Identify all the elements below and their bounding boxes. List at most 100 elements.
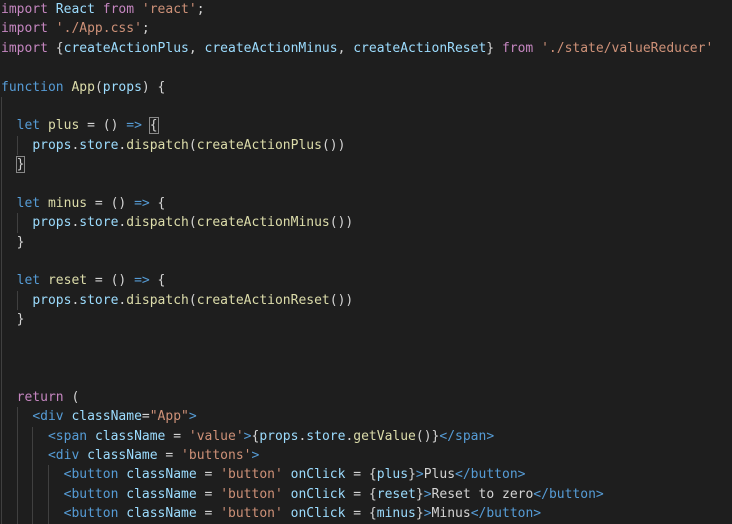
code-line[interactable]: <span className = 'value'>{props.store.g… xyxy=(0,426,732,446)
code-token: createActionPlus xyxy=(196,137,322,153)
code-token: props xyxy=(102,79,142,95)
code-token: className xyxy=(87,447,158,463)
code-token: 'react' xyxy=(141,2,197,17)
code-token: 'buttons' xyxy=(181,447,252,463)
indent-guide xyxy=(16,465,18,485)
indent-guide xyxy=(1,465,2,485)
code-token: reset xyxy=(47,273,88,289)
indent-guide xyxy=(1,310,2,330)
indent-guide xyxy=(1,426,2,446)
indent-guide xyxy=(1,349,2,369)
code-token: ( xyxy=(63,389,80,405)
code-line[interactable]: let reset = () => { xyxy=(0,271,732,291)
code-token: = xyxy=(196,506,221,522)
code-token: 'value' xyxy=(188,428,244,444)
code-line[interactable]: } xyxy=(0,232,732,253)
indent-guide xyxy=(16,504,18,524)
code-token: "App" xyxy=(149,409,189,425)
code-token: </button> xyxy=(455,467,526,483)
code-line[interactable]: props.store.dispatch(createActionPlus()) xyxy=(0,135,732,156)
indent-guide xyxy=(1,407,2,427)
code-token: } xyxy=(1,234,25,250)
code-token: props xyxy=(259,428,299,444)
indent-guide xyxy=(16,426,18,446)
code-editor[interactable]: import React from 'react'; import './App.… xyxy=(0,0,732,524)
indent-guide xyxy=(16,135,18,156)
code-token: = { xyxy=(345,467,377,483)
code-line[interactable]: import './App.css'; xyxy=(0,19,732,38)
indent-guide xyxy=(47,465,49,485)
indent-guide xyxy=(32,504,34,524)
code-line[interactable]: props.store.dispatch(createActionMinus()… xyxy=(0,213,732,233)
code-line[interactable]: let minus = () => { xyxy=(0,193,732,214)
code-line[interactable]: } xyxy=(0,155,732,175)
indent-guide xyxy=(1,484,2,505)
code-token: store xyxy=(79,137,119,153)
code-line[interactable]: } xyxy=(0,310,732,330)
indent-guide xyxy=(16,213,18,233)
code-token: className xyxy=(126,506,197,522)
code-line[interactable] xyxy=(0,174,732,194)
indent-guide xyxy=(16,290,18,311)
code-token: plus xyxy=(47,118,80,134)
code-line[interactable]: let plus = () => { xyxy=(0,116,732,136)
code-token: 'button' xyxy=(220,506,283,522)
code-line[interactable]: import {createActionPlus, createActionMi… xyxy=(0,39,732,58)
code-line[interactable] xyxy=(0,349,732,369)
code-area[interactable]: import React from 'react'; import './App.… xyxy=(0,0,732,524)
code-line[interactable]: return ( xyxy=(0,387,732,408)
code-token: createActionReset xyxy=(196,292,330,308)
code-token: store xyxy=(306,428,346,444)
code-token: </button> xyxy=(470,506,542,522)
indent-guide xyxy=(1,504,2,524)
code-token: 'button' xyxy=(220,486,283,502)
code-token: { xyxy=(149,273,166,289)
code-line[interactable] xyxy=(0,368,732,388)
indent-guide xyxy=(32,426,34,446)
code-line[interactable] xyxy=(0,252,732,272)
indent-guide xyxy=(1,232,2,253)
code-line[interactable]: <button className = 'button' onClick = {… xyxy=(0,465,732,485)
indent-guide xyxy=(1,329,2,350)
code-line[interactable]: <button className = 'button' onClick = {… xyxy=(0,504,732,524)
code-line[interactable]: <button className = 'button' onClick = {… xyxy=(0,484,732,505)
code-token: </span> xyxy=(439,428,495,444)
code-token: = () xyxy=(87,195,135,211)
code-line[interactable]: props.store.dispatch(createActionReset()… xyxy=(0,290,732,311)
code-line[interactable]: <div className = 'buttons'> xyxy=(0,445,732,466)
code-token: ( xyxy=(94,79,103,95)
indent-guide xyxy=(1,116,2,136)
code-token: > xyxy=(415,467,424,483)
code-token: props xyxy=(32,292,72,308)
indent-guide xyxy=(1,252,2,272)
code-token: } xyxy=(408,467,416,483)
code-token: props xyxy=(32,215,72,231)
code-line[interactable] xyxy=(0,96,732,117)
code-token: onClick xyxy=(290,467,346,483)
code-line[interactable] xyxy=(0,58,732,77)
code-token: Reset to zero xyxy=(431,486,534,502)
code-line[interactable]: function App(props) { xyxy=(0,78,732,97)
indent-guide xyxy=(16,445,18,466)
code-token: plus xyxy=(376,467,409,483)
code-token: import xyxy=(1,21,48,37)
code-line[interactable] xyxy=(0,329,732,350)
code-line[interactable]: <div className="App"> xyxy=(0,407,732,427)
code-token: Minus xyxy=(431,506,471,522)
code-token: onClick xyxy=(290,506,346,522)
indent-guide xyxy=(1,96,2,117)
code-token: let xyxy=(16,273,41,289)
code-line[interactable]: import React from 'react'; xyxy=(0,0,732,19)
code-token: getValue xyxy=(353,428,416,444)
